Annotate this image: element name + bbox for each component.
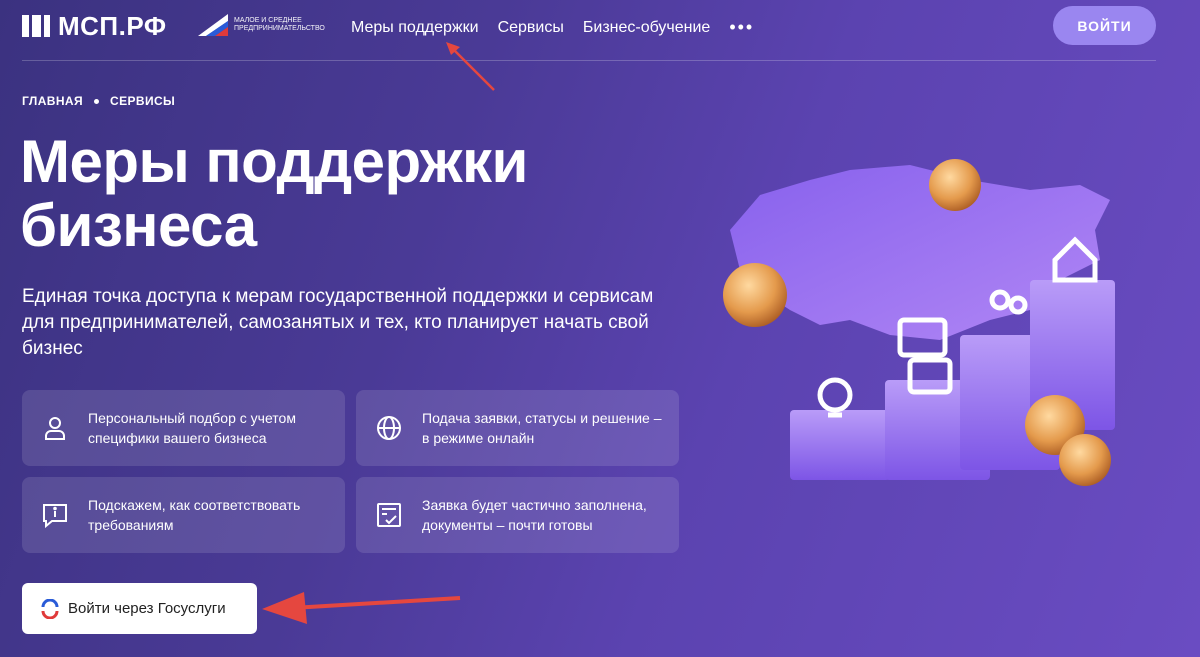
annotation-arrow-nav [446,42,495,91]
flag-icon [198,14,228,36]
feature-card-personal: Персональный подбор с учетом специфики в… [22,390,345,466]
partner-logo: Малое и среднее предпринимательство [198,14,344,36]
partner-text: Малое и среднее предпринимательство [234,17,325,32]
step-1 [790,410,890,480]
breadcrumb-home[interactable]: ГЛАВНАЯ [22,94,83,108]
annotation-arrow-gosuslugi [262,592,461,624]
gosuslugi-icon [41,598,59,619]
breadcrumb-services[interactable]: СЕРВИСЫ [110,94,175,108]
feature-card-online: Подача заявки, статусы и решение – в реж… [356,390,679,466]
header: МСП.РФ Малое и среднее предпринимательст… [0,0,1200,60]
more-menu-icon[interactable]: ••• [729,17,754,38]
globe-icon [356,415,422,441]
logo[interactable]: МСП.РФ [22,10,167,41]
header-divider [22,60,1156,61]
info-chat-icon [22,502,88,528]
form-check-icon [356,502,422,528]
nav-support-measures[interactable]: Меры поддержки [351,19,479,37]
nav-services[interactable]: Сервисы [498,19,564,37]
gosuslugi-label: Войти через Госуслуги [68,600,226,617]
main-nav: Меры поддержки Сервисы Бизнес-обучение •… [351,17,754,38]
coin-icon [1059,434,1111,486]
logo-mark-icon [22,15,50,37]
feature-card-requirements: Подскажем, как соответствовать требовани… [22,477,345,553]
hero-illustration [723,159,1115,486]
feature-card-text: Персональный подбор с учетом специфики в… [88,410,296,446]
logo-text: МСП.РФ [58,10,167,41]
gosuslugi-login-button[interactable]: Войти через Госуслуги [22,583,257,634]
coin-icon [723,263,787,327]
person-icon [22,415,88,441]
coin-icon [929,159,981,211]
login-button[interactable]: ВОЙТИ [1053,6,1156,45]
page-title: Меры поддержки бизнеса [20,128,528,259]
nav-business-education[interactable]: Бизнес-обучение [583,19,710,37]
feature-card-text: Заявка будет частично заполнена, докумен… [422,497,647,533]
page-subtitle: Единая точка доступа к мерам государстве… [22,286,654,359]
feature-card-autofill: Заявка будет частично заполнена, докумен… [356,477,679,553]
breadcrumb-separator [94,98,100,104]
feature-card-text: Подскажем, как соответствовать требовани… [88,497,301,533]
breadcrumb: ГЛАВНАЯ СЕРВИСЫ [22,94,175,108]
feature-card-text: Подача заявки, статусы и решение – в реж… [422,410,662,446]
bulb-icon [817,377,853,418]
